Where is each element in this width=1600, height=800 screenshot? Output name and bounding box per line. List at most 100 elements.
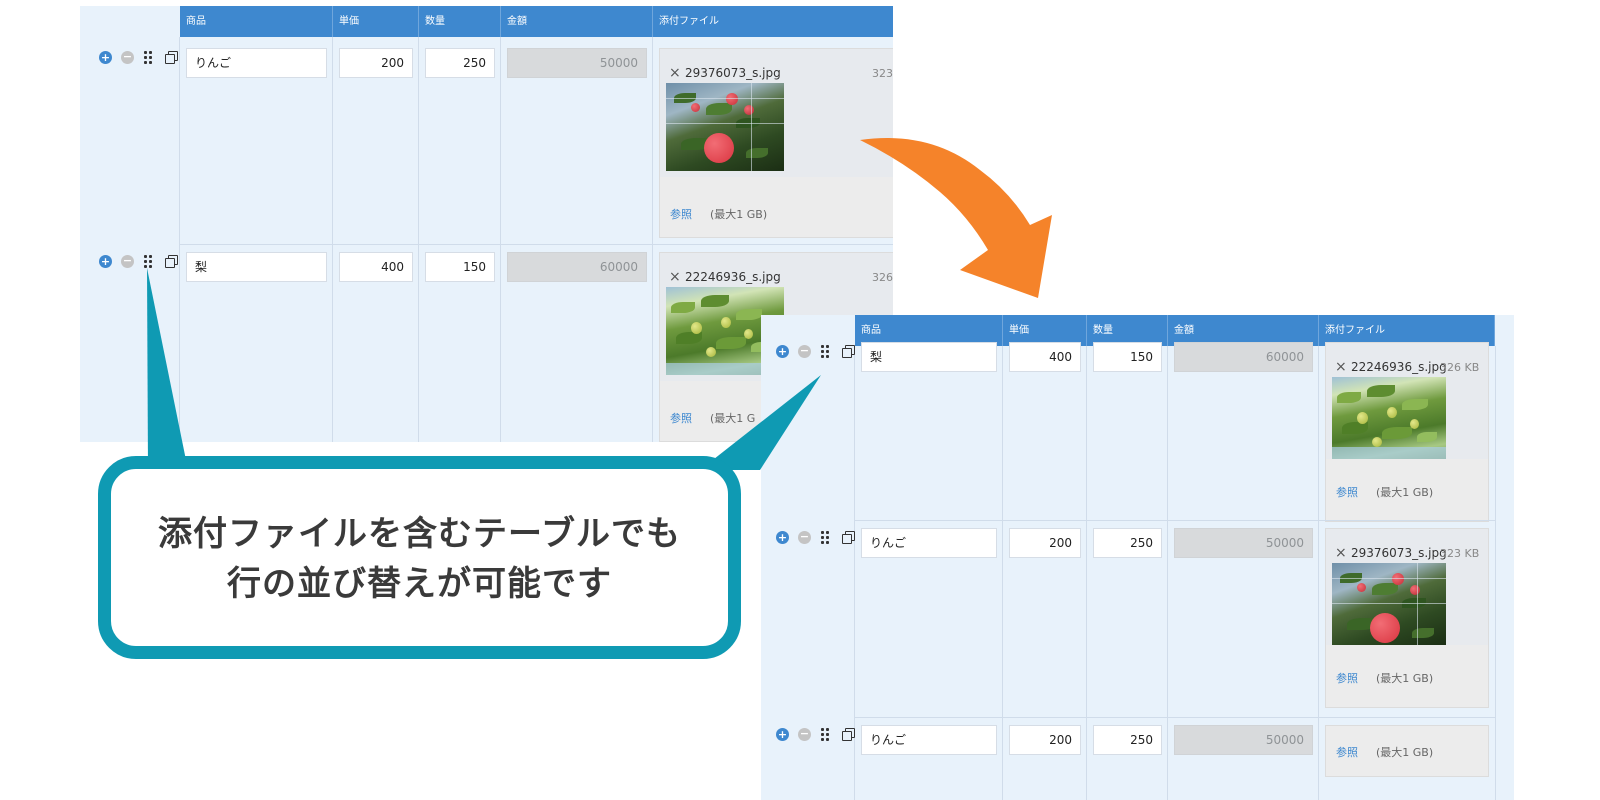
product-input[interactable]: りんご <box>186 48 327 78</box>
max-size-note: (最大1 GB) <box>1376 486 1434 499</box>
product-input[interactable]: 梨 <box>861 342 997 372</box>
unit-price-input[interactable]: 200 <box>1009 528 1081 558</box>
quantity-input[interactable]: 250 <box>1093 725 1162 755</box>
apple <box>726 93 738 105</box>
copy-icon[interactable] <box>842 345 855 358</box>
minus-circle-icon[interactable]: − <box>798 531 811 544</box>
attachment-box: ×29376073_s.jpg323 KB参照(最大1 GB) <box>659 48 893 238</box>
browse-link[interactable]: 参照 <box>1336 484 1358 500</box>
file-name[interactable]: 29376073_s.jpg <box>685 66 781 80</box>
curved-arrow-icon <box>860 138 1052 298</box>
amount-field: 50000 <box>1174 528 1313 558</box>
amount-field: 50000 <box>1174 725 1313 755</box>
column-header-2[interactable]: 数量 <box>419 6 501 37</box>
file-name[interactable]: 22246936_s.jpg <box>685 270 781 284</box>
pear <box>1410 419 1419 429</box>
close-icon[interactable]: × <box>669 66 681 80</box>
callout-line-1: 添付ファイルを含むテーブルでも <box>158 514 681 554</box>
trellis-wire <box>666 98 784 99</box>
browse-link[interactable]: 参照 <box>670 410 692 426</box>
browse-link[interactable]: 参照 <box>670 206 692 222</box>
attachment-box: 参照 (最大1 GB) <box>1325 725 1489 777</box>
max-size-note: (最大1 GB) <box>1376 672 1434 685</box>
leaf <box>1367 385 1395 397</box>
browse-link[interactable]: 参照 <box>1336 670 1358 686</box>
minus-circle-icon[interactable]: − <box>121 51 134 64</box>
leaf <box>706 103 732 115</box>
drag-handle-icon[interactable] <box>144 51 153 64</box>
leaf <box>1382 427 1412 439</box>
file-name[interactable]: 22246936_s.jpg <box>1351 360 1447 374</box>
close-icon[interactable]: × <box>1335 546 1347 560</box>
apple <box>1392 573 1404 585</box>
row-divider <box>855 520 1495 521</box>
unit-price-input[interactable]: 400 <box>339 252 413 282</box>
column-divider <box>1495 346 1496 800</box>
product-input[interactable]: りんご <box>861 725 997 755</box>
callout-line-2: 行の並び替えが可能です <box>227 564 612 604</box>
file-thumbnail[interactable] <box>1332 377 1446 459</box>
attachment-box: ×29376073_s.jpg323 KB参照(最大1 GB) <box>1325 528 1489 708</box>
quantity-input[interactable]: 150 <box>1093 342 1162 372</box>
apple <box>1370 613 1400 643</box>
pear <box>1387 407 1397 418</box>
max-size-note: (最大1 G <box>710 412 756 425</box>
minus-circle-icon[interactable]: − <box>121 255 134 268</box>
browse-link[interactable]: 参照 <box>1336 744 1358 760</box>
apple <box>691 103 700 112</box>
trellis-wire <box>1332 603 1446 604</box>
slide: 商品 単価 数量 金額 添付ファイル + − りんご 200 250 50000 × 29376073_… <box>0 0 1600 800</box>
copy-icon[interactable] <box>165 255 178 268</box>
amount-field: 50000 <box>507 48 647 78</box>
plus-circle-icon[interactable]: + <box>776 728 789 741</box>
callout-bubble: 添付ファイルを含むテーブルでも 行の並び替えが可能です <box>98 456 741 659</box>
pear <box>1372 437 1382 447</box>
attachment-box: × 22246936_s.jpg 326 KB 参照 (最大1 GB) <box>1325 342 1489 522</box>
product-input[interactable]: りんご <box>861 528 997 558</box>
drag-handle-icon[interactable] <box>821 531 830 544</box>
close-icon[interactable]: × <box>669 270 681 284</box>
row-divider <box>180 244 893 245</box>
minus-circle-icon[interactable]: − <box>798 728 811 741</box>
callout-text: 添付ファイルを含むテーブルでも 行の並び替えが可能です <box>111 509 728 609</box>
drag-handle-icon[interactable] <box>144 255 153 268</box>
product-input[interactable]: 梨 <box>186 252 327 282</box>
file-thumbnail[interactable] <box>1332 563 1446 645</box>
column-divider <box>652 37 653 442</box>
unit-price-input[interactable]: 200 <box>339 48 413 78</box>
plus-circle-icon[interactable]: + <box>99 51 112 64</box>
quantity-input[interactable]: 250 <box>1093 528 1162 558</box>
plus-circle-icon[interactable]: + <box>776 345 789 358</box>
plus-circle-icon[interactable]: + <box>99 255 112 268</box>
unit-price-input[interactable]: 200 <box>1009 725 1081 755</box>
column-header-4[interactable]: 添付ファイル <box>653 6 893 37</box>
sky <box>1332 447 1446 459</box>
file-name[interactable]: 29376073_s.jpg <box>1351 546 1447 560</box>
amount-field: 60000 <box>507 252 647 282</box>
copy-icon[interactable] <box>842 728 855 741</box>
column-header-3[interactable]: 金額 <box>501 6 653 37</box>
column-divider <box>332 37 333 442</box>
drag-handle-icon[interactable] <box>821 728 830 741</box>
max-size-note: (最大1 GB) <box>1376 746 1434 759</box>
pear <box>706 347 716 357</box>
pear <box>721 317 731 328</box>
close-icon[interactable]: × <box>1335 360 1347 374</box>
max-size-note: (最大1 GB) <box>710 208 768 221</box>
plus-circle-icon[interactable]: + <box>776 531 789 544</box>
column-header-1[interactable]: 単価 <box>333 6 419 37</box>
copy-icon[interactable] <box>165 51 178 64</box>
quantity-input[interactable]: 250 <box>425 48 495 78</box>
pear <box>744 329 753 339</box>
column-divider <box>1002 346 1003 800</box>
leaf <box>1372 583 1398 595</box>
column-header-0[interactable]: 商品 <box>180 6 333 37</box>
minus-circle-icon[interactable]: − <box>798 345 811 358</box>
unit-price-input[interactable]: 400 <box>1009 342 1081 372</box>
apple <box>704 133 734 163</box>
file-thumbnail[interactable] <box>666 83 784 171</box>
quantity-input[interactable]: 150 <box>425 252 495 282</box>
copy-icon[interactable] <box>842 531 855 544</box>
leaf <box>746 148 768 158</box>
drag-handle-icon[interactable] <box>821 345 830 358</box>
